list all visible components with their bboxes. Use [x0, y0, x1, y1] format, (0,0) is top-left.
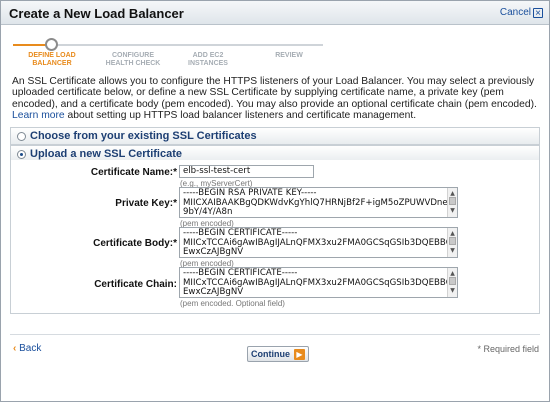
private-key-scrollbar[interactable]: ▲ ▼ [447, 188, 457, 217]
wizard-track-active [13, 44, 49, 46]
scroll-down-icon[interactable]: ▼ [449, 206, 456, 216]
required-field-note: * Required field [477, 344, 539, 354]
wizard-progress: DEFINE LOAD BALANCER CONFIGURE HEALTH CH… [13, 35, 333, 71]
wizard-current-dot [45, 38, 58, 51]
cert-body-line: EwxCzAJBgNV [183, 247, 244, 258]
intro-body: An SSL Certificate allows you to configu… [12, 76, 537, 110]
dialog-titlebar: Create a New Load Balancer Cancel × [1, 1, 549, 25]
continue-label: Continue [251, 349, 290, 359]
private-key-label: Private Key:* [115, 198, 177, 209]
intro-text: An SSL Certificate allows you to configu… [12, 76, 540, 122]
learn-more-link[interactable]: Learn more [12, 110, 65, 121]
cert-name-input[interactable]: elb-ssl-test-cert [179, 165, 314, 178]
footer-divider [10, 334, 540, 335]
upload-new-radio[interactable] [17, 149, 26, 159]
scroll-down-icon[interactable]: ▼ [449, 246, 456, 256]
cert-chain-label: Certificate Chain: [94, 279, 177, 290]
cert-chain-hint: (pem encoded. Optional field) [180, 299, 285, 308]
scroll-thumb[interactable] [449, 197, 456, 205]
choose-existing-label: Choose from your existing SSL Certificat… [30, 130, 257, 142]
cert-name-label: Certificate Name:* [90, 167, 177, 178]
upload-new-label: Upload a new SSL Certificate [30, 148, 183, 160]
scroll-thumb[interactable] [449, 237, 456, 245]
close-icon[interactable]: × [533, 7, 543, 18]
wizard-step-review: REVIEW [269, 52, 309, 60]
wizard-track [13, 44, 323, 46]
cancel-button[interactable]: Cancel × [500, 7, 543, 18]
load-balancer-dialog: Create a New Load Balancer Cancel × DEFI… [0, 0, 550, 402]
wizard-step-instances-line1: ADD EC2 [192, 52, 224, 59]
cert-body-scrollbar[interactable]: ▲ ▼ [447, 228, 457, 257]
scroll-thumb[interactable] [449, 277, 456, 285]
cert-chain-line: EwxCzAJBgNV [183, 287, 244, 298]
back-button[interactable]: ‹ Back [13, 343, 41, 354]
cert-body-label: Certificate Body:* [93, 238, 177, 249]
wizard-step-instances-line2: INSTANCES [188, 60, 228, 67]
choose-existing-option[interactable]: Choose from your existing SSL Certificat… [10, 127, 540, 145]
wizard-step-health: CONFIGURE HEALTH CHECK [101, 52, 165, 68]
private-key-textarea[interactable]: -----BEGIN RSA PRIVATE KEY----- MIICXAIB… [179, 187, 458, 218]
choose-existing-radio[interactable] [17, 131, 26, 141]
dialog-title: Create a New Load Balancer [9, 6, 184, 21]
back-label: Back [19, 343, 42, 354]
scroll-down-icon[interactable]: ▼ [449, 286, 456, 296]
wizard-step-define: DEFINE LOAD BALANCER [21, 52, 83, 68]
private-key-line: 9bY/4Y/A8n [183, 207, 233, 218]
chevron-left-icon: ‹ [13, 343, 17, 354]
arrow-right-icon: ▶ [294, 348, 305, 360]
cert-chain-scrollbar[interactable]: ▲ ▼ [447, 268, 457, 297]
continue-button[interactable]: Continue ▶ [247, 346, 309, 362]
cert-body-textarea[interactable]: -----BEGIN CERTIFICATE----- MIICxTCCAi6g… [179, 227, 458, 258]
wizard-step-review-line1: REVIEW [275, 52, 303, 59]
intro-body-after: about setting up HTTPS load balancer lis… [67, 110, 417, 122]
cancel-label: Cancel [499, 7, 531, 18]
wizard-step-instances: ADD EC2 INSTANCES [183, 52, 233, 68]
wizard-step-health-line2: HEALTH CHECK [105, 60, 161, 67]
cert-name-value: elb-ssl-test-cert [183, 166, 251, 176]
cert-chain-textarea[interactable]: -----BEGIN CERTIFICATE----- MIICxTCCAi6g… [179, 267, 458, 298]
wizard-step-define-line2: BALANCER [32, 60, 72, 67]
wizard-step-health-line1: CONFIGURE [112, 52, 154, 59]
wizard-step-define-line1: DEFINE LOAD [28, 52, 76, 59]
